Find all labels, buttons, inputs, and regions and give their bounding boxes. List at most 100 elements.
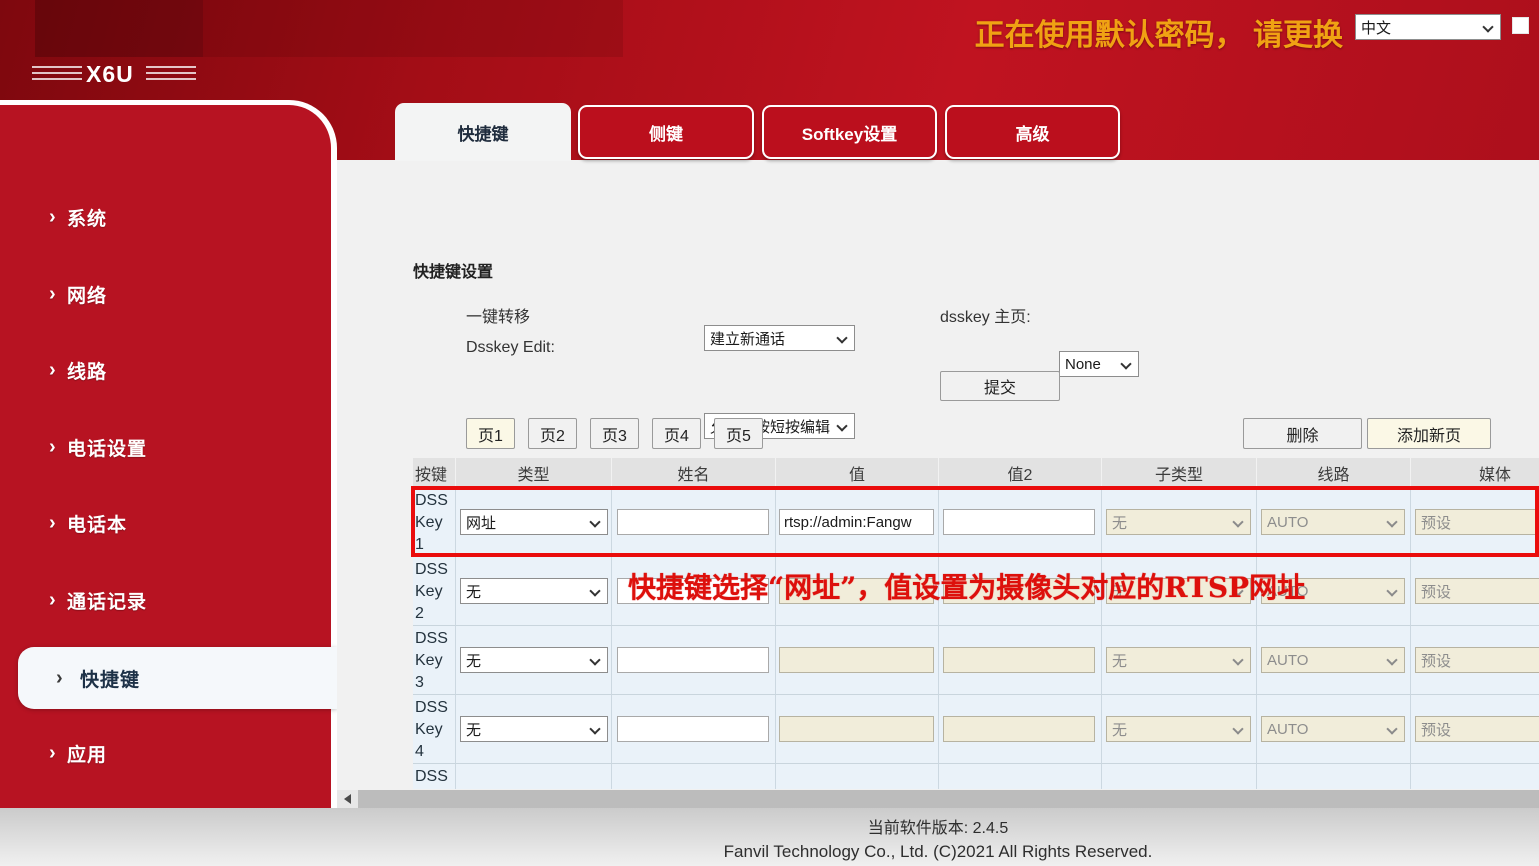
language-select[interactable]: 中文 [1355,14,1501,40]
brand-logo: X6U [86,61,134,88]
page-button-label: 页1 [478,422,503,446]
header-shade [35,0,203,57]
sidebar-item-system[interactable]: › 系统 [0,201,331,233]
tab-label: Softkey设置 [802,120,897,145]
value-input[interactable] [779,716,934,742]
value2-input[interactable] [943,716,1095,742]
tab-label: 侧键 [649,120,683,145]
tab-side-key[interactable]: 侧键 [578,105,754,159]
sidebar-item-call-logs[interactable]: › 通话记录 [0,584,331,616]
page-4-button[interactable]: 页4 [652,418,701,449]
tab-label: 高级 [1016,120,1050,145]
page-button-label: 页2 [540,422,565,446]
type-select[interactable]: 无 [460,716,608,742]
sidebar: › 系统 › 网络 › 线路 › 电话设置 › 电话本 › 通话记录 › 快捷键… [0,100,337,812]
name-input[interactable] [617,578,769,604]
dsskey-home-label: dsskey 主页: [940,303,1031,327]
one-key-transfer-select[interactable]: 建立新通话 [704,325,855,351]
table-row-partial: DSS [413,764,1539,789]
type-select[interactable]: 网址 [460,509,608,535]
copyright: Fanvil Technology Co., Ltd. (C)2021 All … [337,842,1539,862]
logo-speedlines-right [146,66,196,81]
page-button-label: 页3 [602,422,627,446]
media-select-value: 预设 [1421,650,1451,671]
tab-advanced[interactable]: 高级 [945,105,1120,159]
type-select-value: 无 [466,650,481,671]
media-select[interactable]: 预设 [1415,716,1539,742]
subtype-select[interactable]: 无 [1106,716,1251,742]
page-1-button[interactable]: 页1 [466,418,515,449]
section-title: 快捷键设置 [413,258,493,282]
tab-function-key[interactable]: 快捷键 [395,103,571,161]
value-input[interactable] [779,509,934,535]
page-button-label: 页5 [726,422,751,446]
page-2-button[interactable]: 页2 [528,418,577,449]
line-select-value: AUTO [1267,583,1308,600]
scroll-left-arrow-icon[interactable] [337,790,358,808]
delete-button-label: 删除 [1286,422,1318,446]
line-select[interactable]: AUTO [1261,578,1405,604]
sidebar-item-function-key-active[interactable]: › 快捷键 [18,647,337,709]
one-key-transfer-value: 建立新通话 [710,328,785,349]
software-version: 当前软件版本: 2.4.5 [337,814,1539,838]
col-header-name: 姓名 [612,458,776,488]
dsskey-row-label: DSS Key 4 [413,695,456,764]
col-header-value2: 值2 [939,458,1102,488]
sidebar-item-phone-settings[interactable]: › 电话设置 [0,431,331,463]
sidebar-item-phonebook[interactable]: › 电话本 [0,507,331,539]
sidebar-item-label: 线路 [67,357,107,384]
line-select[interactable]: AUTO [1261,716,1405,742]
one-key-transfer-label: 一键转移 [466,303,530,327]
subtype-select[interactable]: 无 [1106,509,1251,535]
subtype-select-value: 无 [1112,581,1127,602]
media-select[interactable]: 预设 [1415,578,1539,604]
subtype-select[interactable]: 无 [1106,647,1251,673]
media-select-value: 预设 [1421,512,1451,533]
media-select[interactable]: 预设 [1415,647,1539,673]
delete-button[interactable]: 删除 [1243,418,1362,449]
col-header-value: 值 [776,458,939,488]
media-select[interactable]: 预设 [1415,509,1539,535]
header-shade-2 [203,0,623,57]
submit-button[interactable]: 提交 [940,371,1060,401]
subtype-select[interactable]: 无 [1106,578,1251,604]
topbar-checkbox[interactable] [1512,17,1529,34]
col-header-subtype: 子类型 [1102,458,1257,488]
dsskey-table: 按键 类型 姓名 值 值2 子类型 线路 媒体 DSS Key 1 网址 无 A… [413,458,1539,789]
line-select-value: AUTO [1267,652,1308,669]
name-input[interactable] [617,647,769,673]
add-new-page-button[interactable]: 添加新页 [1367,418,1491,449]
page-3-button[interactable]: 页3 [590,418,639,449]
tab-softkey-settings[interactable]: Softkey设置 [762,105,937,159]
table-row: DSS Key 2 无 无 AUTO 预设 [413,557,1539,626]
col-header-key: 按键 [413,458,456,488]
line-select[interactable]: AUTO [1261,647,1405,673]
table-row: DSS Key 1 网址 无 AUTO 预设 [413,488,1539,557]
value-input[interactable] [779,578,934,604]
value2-input[interactable] [943,509,1095,535]
sidebar-item-label: 应用 [67,740,107,767]
name-input[interactable] [617,509,769,535]
value-input[interactable] [779,647,934,673]
sidebar-item-application[interactable]: › 应用 [0,737,331,769]
type-select[interactable]: 无 [460,578,608,604]
app-window: X6U 正在使用默认密码， 请更换 中文 › 系统 › 网络 › 线路 › 电话… [0,0,1539,866]
sidebar-item-line[interactable]: › 线路 [0,354,331,386]
value2-input[interactable] [943,578,1095,604]
add-new-page-label: 添加新页 [1397,422,1461,446]
sidebar-item-label: 通话记录 [67,587,147,614]
col-header-type: 类型 [456,458,612,488]
type-select-value: 无 [466,719,481,740]
sidebar-item-label: 快捷键 [80,665,140,692]
dsskey-row-label: DSS Key 1 [413,488,456,557]
line-select[interactable]: AUTO [1261,509,1405,535]
horizontal-scrollbar[interactable] [337,790,1539,808]
sidebar-item-label: 系统 [67,204,107,231]
dsskey-home-select[interactable]: None [1059,351,1139,377]
sidebar-item-network[interactable]: › 网络 [0,278,331,310]
value2-input[interactable] [943,647,1095,673]
type-select[interactable]: 无 [460,647,608,673]
name-input[interactable] [617,716,769,742]
page-5-button[interactable]: 页5 [714,418,763,449]
sidebar-item-label: 网络 [67,281,107,308]
